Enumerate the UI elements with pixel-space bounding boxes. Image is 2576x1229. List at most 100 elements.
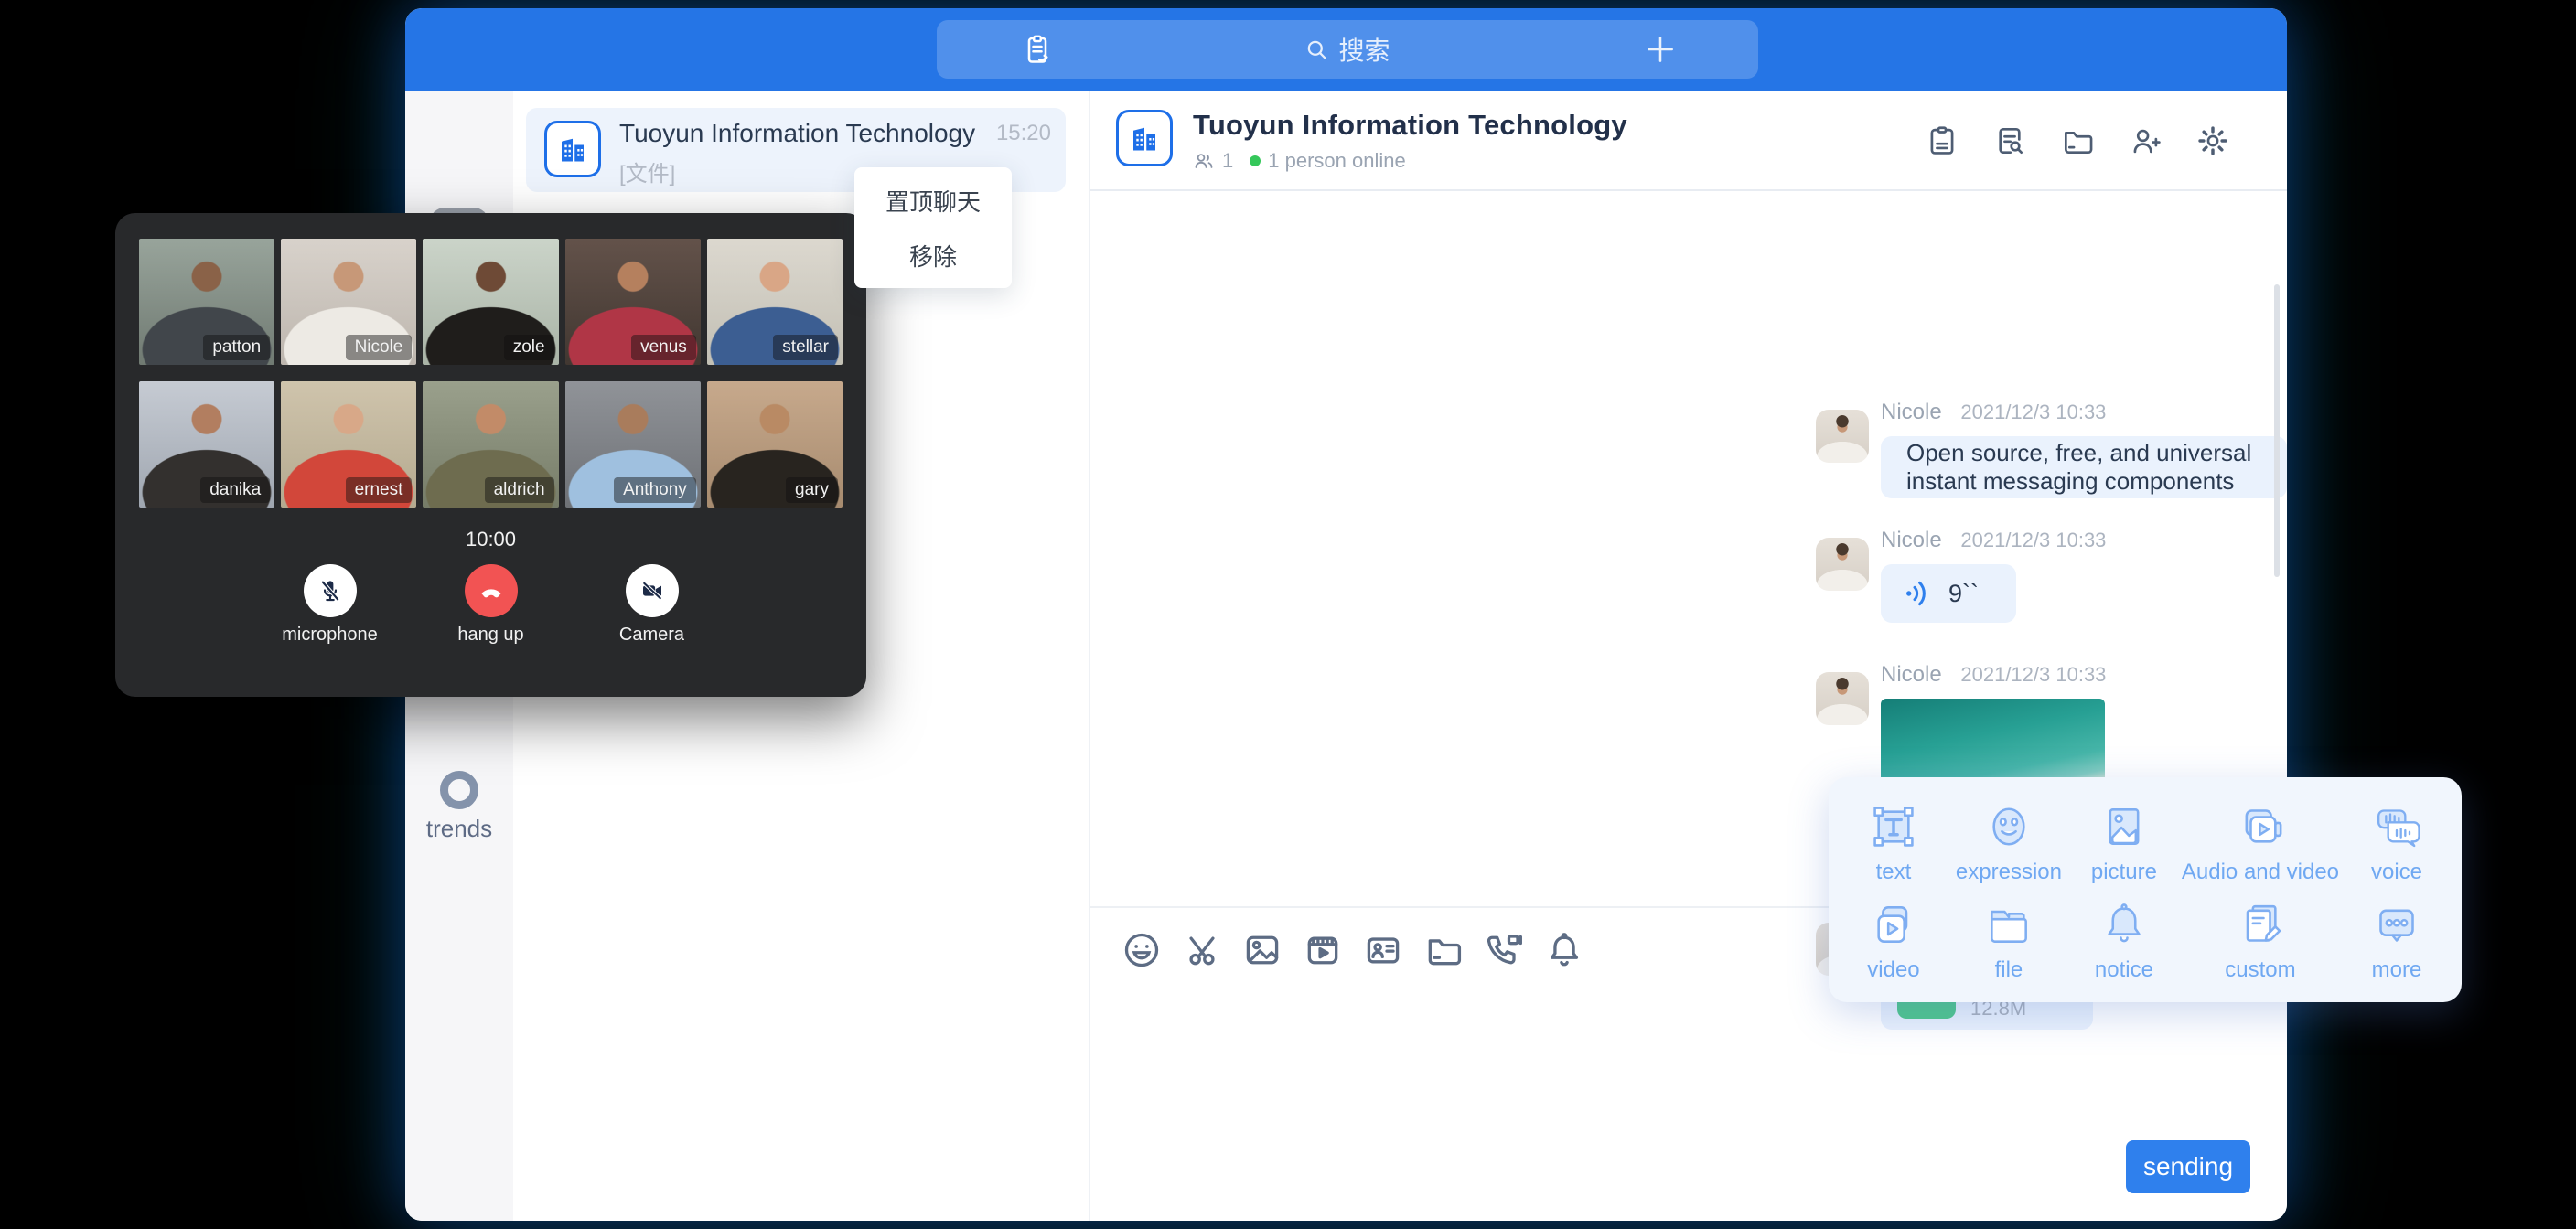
type-item-label: notice [2095, 957, 2153, 983]
call-record-icon[interactable] [1021, 33, 1054, 66]
chat-title: Tuoyun Information Technology [1193, 109, 1627, 142]
video-tile[interactable]: zole [423, 239, 558, 365]
participant-name: patton [203, 335, 270, 360]
type-item-notice[interactable]: notice [2066, 892, 2182, 989]
online-status: 1 person online [1268, 149, 1405, 173]
type-item-more[interactable]: more [2339, 892, 2454, 989]
group-avatar [544, 121, 601, 177]
trends-label: trends [405, 815, 513, 843]
hangup-icon [477, 576, 506, 605]
text-message-bubble[interactable]: Open source, free, and universal instant… [1881, 436, 2287, 498]
menu-item-remove[interactable]: 移除 [854, 228, 1012, 283]
composer-toolbar [1122, 930, 1584, 970]
participant-name: stellar [773, 335, 838, 360]
type-item-file[interactable]: file [1951, 892, 2066, 989]
video-button[interactable] [1303, 930, 1343, 970]
notice-icon [2098, 899, 2150, 950]
video-tile[interactable]: Nicole [281, 239, 416, 365]
expression-icon [1983, 801, 2034, 852]
video-grid: patton Nicole zole venus stellar danika … [139, 239, 843, 508]
settings-button[interactable] [2195, 123, 2230, 158]
video-tile[interactable]: ernest [281, 381, 416, 508]
send-button[interactable]: sending [2126, 1140, 2250, 1193]
scrollbar[interactable] [2274, 284, 2280, 577]
add-member-button[interactable] [2128, 123, 2163, 158]
group-files-button[interactable] [2060, 123, 2095, 158]
video-tile[interactable]: danika [139, 381, 274, 508]
type-item-video[interactable]: video [1836, 892, 1951, 989]
camera-toggle-button[interactable] [626, 564, 679, 617]
microphone-control: microphone [277, 564, 383, 646]
video-tile[interactable]: Anthony [565, 381, 701, 508]
search-field[interactable]: 搜索 [1304, 31, 1390, 68]
voice-duration: 9`` [1948, 580, 1979, 608]
video-tile[interactable]: stellar [707, 239, 843, 365]
microphone-off-icon [317, 577, 344, 604]
members-icon [1193, 150, 1215, 172]
type-item-label: picture [2091, 860, 2157, 885]
building-icon [1128, 122, 1161, 155]
type-item-label: expression [1956, 860, 2062, 885]
sidebar-item-trends[interactable]: trends [405, 771, 513, 843]
voice-message-bubble[interactable]: 9`` [1881, 564, 2016, 623]
menu-item-pin-chat[interactable]: 置顶聊天 [854, 173, 1012, 228]
message-meta: Nicole 2021/12/3 10:33 [1881, 528, 2106, 553]
video-tile[interactable]: venus [565, 239, 701, 365]
group-avatar[interactable] [1116, 110, 1173, 166]
message-time: 2021/12/3 10:33 [1960, 529, 2106, 551]
chat-history-search-button[interactable] [1992, 123, 2027, 158]
video-icon [1868, 899, 1919, 950]
video-tile[interactable]: patton [139, 239, 274, 365]
group-call-overlay: patton Nicole zole venus stellar danika … [115, 213, 866, 697]
type-item-expression[interactable]: expression [1951, 794, 2066, 892]
picture-button[interactable] [1242, 930, 1283, 970]
sender-avatar[interactable] [1816, 538, 1869, 591]
message-time: 2021/12/3 10:33 [1960, 663, 2106, 686]
add-icon[interactable] [1643, 32, 1678, 67]
participant-name: danika [200, 477, 270, 503]
conversation-title: Tuoyun Information Technology [619, 119, 975, 148]
message-meta: Nicole 2021/12/3 10:33 [1881, 662, 2106, 688]
type-item-picture[interactable]: picture [2066, 794, 2182, 892]
video-tile[interactable]: aldrich [423, 381, 558, 508]
sender-name: Nicole [1881, 528, 1942, 552]
message-text: Open source, free, and universal instant… [1906, 439, 2261, 496]
participant-name: Anthony [614, 477, 696, 503]
picture-icon [2098, 801, 2150, 852]
participant-name: ernest [346, 477, 413, 503]
contact-card-button[interactable] [1363, 930, 1403, 970]
participant-name: gary [786, 477, 838, 503]
screenshot-button[interactable] [1182, 930, 1222, 970]
notification-button[interactable] [1544, 930, 1584, 970]
type-item-audio-video[interactable]: Audio and video [2182, 794, 2339, 892]
chat-header-actions [1925, 123, 2230, 158]
sender-avatar[interactable] [1816, 672, 1869, 725]
microphone-label: microphone [277, 625, 383, 646]
hangup-button[interactable] [465, 564, 518, 617]
call-timer: 10:00 [139, 528, 843, 551]
type-item-label: Audio and video [2182, 860, 2339, 885]
emoji-button[interactable] [1122, 930, 1162, 970]
conversation-time: 15:20 [996, 121, 1051, 146]
microphone-toggle-button[interactable] [304, 564, 357, 617]
context-menu: 置顶聊天 移除 [854, 167, 1012, 288]
camera-label: Camera [599, 625, 705, 646]
participant-name: zole [504, 335, 554, 360]
type-item-voice[interactable]: voice [2339, 794, 2454, 892]
type-item-custom[interactable]: custom [2182, 892, 2339, 989]
trends-icon [440, 771, 478, 809]
voice-wave-icon [1901, 576, 1936, 611]
member-count: 1 [1222, 149, 1233, 173]
search-icon [1304, 37, 1329, 62]
hangup-control: hang up [438, 564, 544, 646]
participant-name: aldrich [485, 477, 554, 503]
file-button[interactable] [1423, 930, 1464, 970]
type-item-text[interactable]: text [1836, 794, 1951, 892]
video-call-button[interactable] [1484, 930, 1524, 970]
type-item-label: voice [2371, 860, 2422, 885]
hangup-label: hang up [438, 625, 544, 646]
sender-avatar[interactable] [1816, 410, 1869, 463]
video-tile[interactable]: gary [707, 381, 843, 508]
search-bar[interactable]: 搜索 [937, 20, 1758, 79]
announcement-button[interactable] [1925, 123, 1959, 158]
